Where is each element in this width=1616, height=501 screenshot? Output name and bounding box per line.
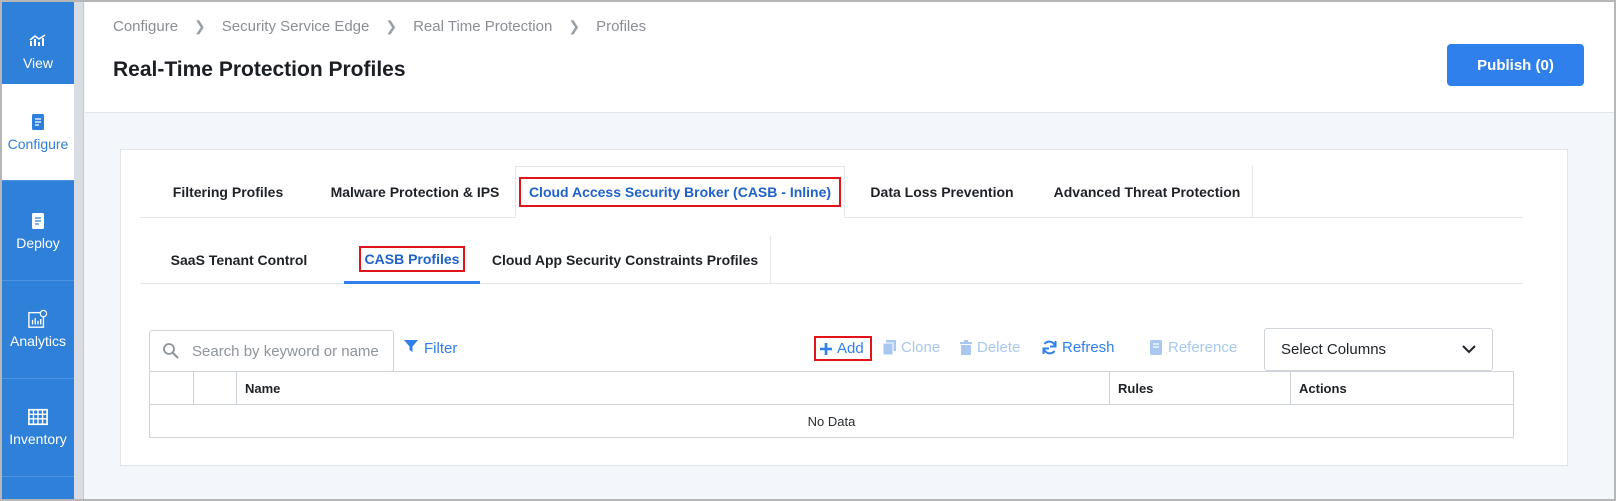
column-header-rules[interactable]: Rules xyxy=(1110,372,1291,405)
chart-icon xyxy=(28,31,48,51)
publish-button[interactable]: Publish (0) xyxy=(1447,44,1584,86)
sidebar-item-label: Inventory xyxy=(9,431,67,447)
profiles-table: Name Rules Actions No Data xyxy=(149,371,1514,438)
search-placeholder: Search by keyword or name xyxy=(192,342,379,360)
document-icon xyxy=(28,112,48,132)
chevron-right-icon: ❯ xyxy=(568,18,581,34)
sidebar-item-label: Configure xyxy=(7,136,69,152)
primary-tabs: Filtering Profiles Malware Protection & … xyxy=(140,166,1523,218)
tab-cloud-app-security-constraints[interactable]: Cloud App Security Constraints Profiles xyxy=(480,236,770,284)
tab-label: CASB Profiles xyxy=(358,245,466,272)
clone-button[interactable]: Clone xyxy=(883,339,940,356)
document-icon xyxy=(28,211,48,231)
sidebar-item-analytics[interactable]: Analytics xyxy=(2,280,74,379)
add-button[interactable]: Add xyxy=(814,336,872,361)
breadcrumb-item[interactable]: Configure xyxy=(113,18,178,35)
search-input[interactable]: Search by keyword or name xyxy=(149,330,394,372)
breadcrumb-item[interactable]: Security Service Edge xyxy=(222,18,370,35)
secondary-tabs: SaaS Tenant Control CASB Profiles Cloud … xyxy=(140,236,1523,284)
reference-button[interactable]: Reference xyxy=(1150,339,1237,356)
delete-label: Delete xyxy=(977,339,1021,356)
sidebar-item-label: Analytics xyxy=(9,333,67,349)
sidebar-item-inventory[interactable]: Inventory xyxy=(2,378,74,477)
tab-label: SaaS Tenant Control xyxy=(170,252,308,268)
tab-casb-profiles[interactable]: CASB Profiles xyxy=(344,236,480,284)
sidebar-item-deploy[interactable]: Deploy xyxy=(2,182,74,281)
chevron-down-icon xyxy=(1462,341,1476,358)
tab-advanced-threat-protection[interactable]: Advanced Threat Protection xyxy=(1038,166,1256,218)
tab-filtering-profiles[interactable]: Filtering Profiles xyxy=(140,166,316,218)
select-columns-label: Select Columns xyxy=(1281,341,1387,358)
filter-button[interactable]: Filter xyxy=(404,339,457,357)
breadcrumb: Configure ❯ Security Service Edge ❯ Real… xyxy=(113,18,646,35)
tab-divider xyxy=(770,236,771,284)
filter-icon xyxy=(404,339,418,357)
sidebar-item-label: View xyxy=(22,55,54,71)
table-header: Name Rules Actions xyxy=(150,372,1513,405)
breadcrumb-item: Profiles xyxy=(596,18,647,35)
column-header-actions: Actions xyxy=(1299,381,1347,396)
refresh-button[interactable]: Refresh xyxy=(1042,339,1115,356)
sidebar-divider xyxy=(74,2,84,499)
sidebar-item-label: Deploy xyxy=(16,235,60,251)
tab-label: Advanced Threat Protection xyxy=(1053,184,1241,200)
tab-label: Cloud Access Security Broker (CASB - Inl… xyxy=(518,177,842,207)
sidebar: View Configure Deploy Analytics Inventor… xyxy=(2,2,74,499)
copy-icon xyxy=(883,340,896,355)
empty-state: No Data xyxy=(807,414,856,429)
column-header-expand xyxy=(150,372,194,405)
filter-label: Filter xyxy=(424,339,458,357)
search-icon xyxy=(162,342,180,360)
tab-divider xyxy=(1252,166,1253,218)
tab-data-loss-prevention[interactable]: Data Loss Prevention xyxy=(846,166,1038,218)
chevron-right-icon: ❯ xyxy=(194,18,206,34)
breadcrumb-item[interactable]: Real Time Protection xyxy=(413,18,552,35)
add-label: Add xyxy=(837,340,864,357)
inventory-icon xyxy=(28,407,48,427)
refresh-label: Refresh xyxy=(1062,339,1115,356)
delete-button[interactable]: Delete xyxy=(960,339,1020,356)
profiles-card: Filtering Profiles Malware Protection & … xyxy=(120,149,1568,466)
tab-label: Malware Protection & IPS xyxy=(330,184,500,200)
trash-icon xyxy=(960,340,972,355)
book-icon xyxy=(1150,340,1163,355)
column-header-name[interactable]: Name xyxy=(237,372,1110,405)
reference-label: Reference xyxy=(1168,339,1238,356)
chevron-right-icon: ❯ xyxy=(385,18,398,34)
tab-saas-tenant-control[interactable]: SaaS Tenant Control xyxy=(140,236,338,284)
clone-label: Clone xyxy=(901,339,941,356)
page-title: Real-Time Protection Profiles xyxy=(113,58,406,81)
column-header-select xyxy=(194,372,237,405)
analytics-icon xyxy=(28,309,48,329)
tab-label: Filtering Profiles xyxy=(172,184,284,200)
sidebar-item-configure[interactable]: Configure xyxy=(2,84,74,181)
plus-icon xyxy=(820,342,832,355)
tab-casb-inline[interactable]: Cloud Access Security Broker (CASB - Inl… xyxy=(515,166,845,218)
page-header: Configure ❯ Security Service Edge ❯ Real… xyxy=(85,2,1614,113)
tab-malware-protection[interactable]: Malware Protection & IPS xyxy=(316,166,514,218)
tab-label: Data Loss Prevention xyxy=(870,184,1014,200)
select-columns-dropdown[interactable]: Select Columns xyxy=(1264,328,1493,371)
tab-label: Cloud App Security Constraints Profiles xyxy=(491,252,759,268)
refresh-icon xyxy=(1042,340,1057,355)
